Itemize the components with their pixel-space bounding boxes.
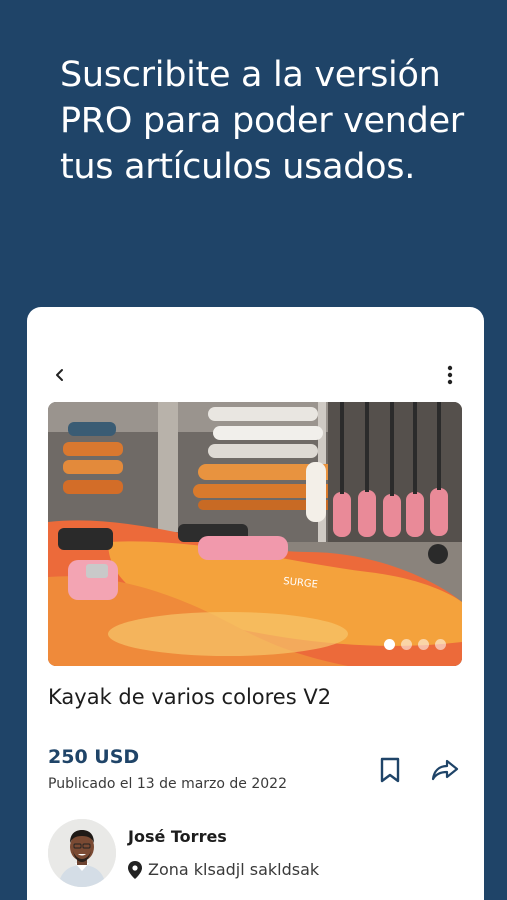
seller-name[interactable]: José Torres (128, 827, 227, 846)
chevron-left-icon (56, 369, 63, 381)
back-button[interactable] (48, 363, 72, 387)
share-icon (431, 759, 459, 781)
share-button[interactable] (430, 756, 460, 784)
product-title: Kayak de varios colores V2 (48, 685, 332, 709)
more-options-button[interactable] (438, 363, 462, 387)
carousel-dot[interactable] (435, 639, 446, 650)
carousel-indicators (384, 639, 446, 650)
kayak-photo: SURGE (48, 402, 462, 666)
published-date: Publicado el 13 de marzo de 2022 (48, 776, 287, 792)
seller-avatar[interactable] (48, 819, 116, 887)
bookmark-button[interactable] (376, 754, 404, 786)
location-text: Zona klsadjl sakldsak (148, 860, 320, 879)
carousel-dot[interactable] (384, 639, 395, 650)
listing-card: SURGE Kayak de varios colores V2 250 USD… (27, 307, 484, 900)
card-toolbar (48, 363, 462, 387)
seller-location: Zona klsadjl sakldsak (128, 860, 319, 879)
more-vertical-icon (447, 365, 453, 385)
seller-photo (48, 819, 116, 887)
bookmark-icon (380, 757, 400, 783)
promo-headline: Suscribite a la versión PRO para poder v… (60, 55, 464, 187)
carousel-dot[interactable] (418, 639, 429, 650)
product-image-carousel[interactable]: SURGE (48, 402, 462, 666)
carousel-dot[interactable] (401, 639, 412, 650)
product-price: 250 USD (48, 746, 140, 768)
map-pin-icon (128, 860, 142, 879)
